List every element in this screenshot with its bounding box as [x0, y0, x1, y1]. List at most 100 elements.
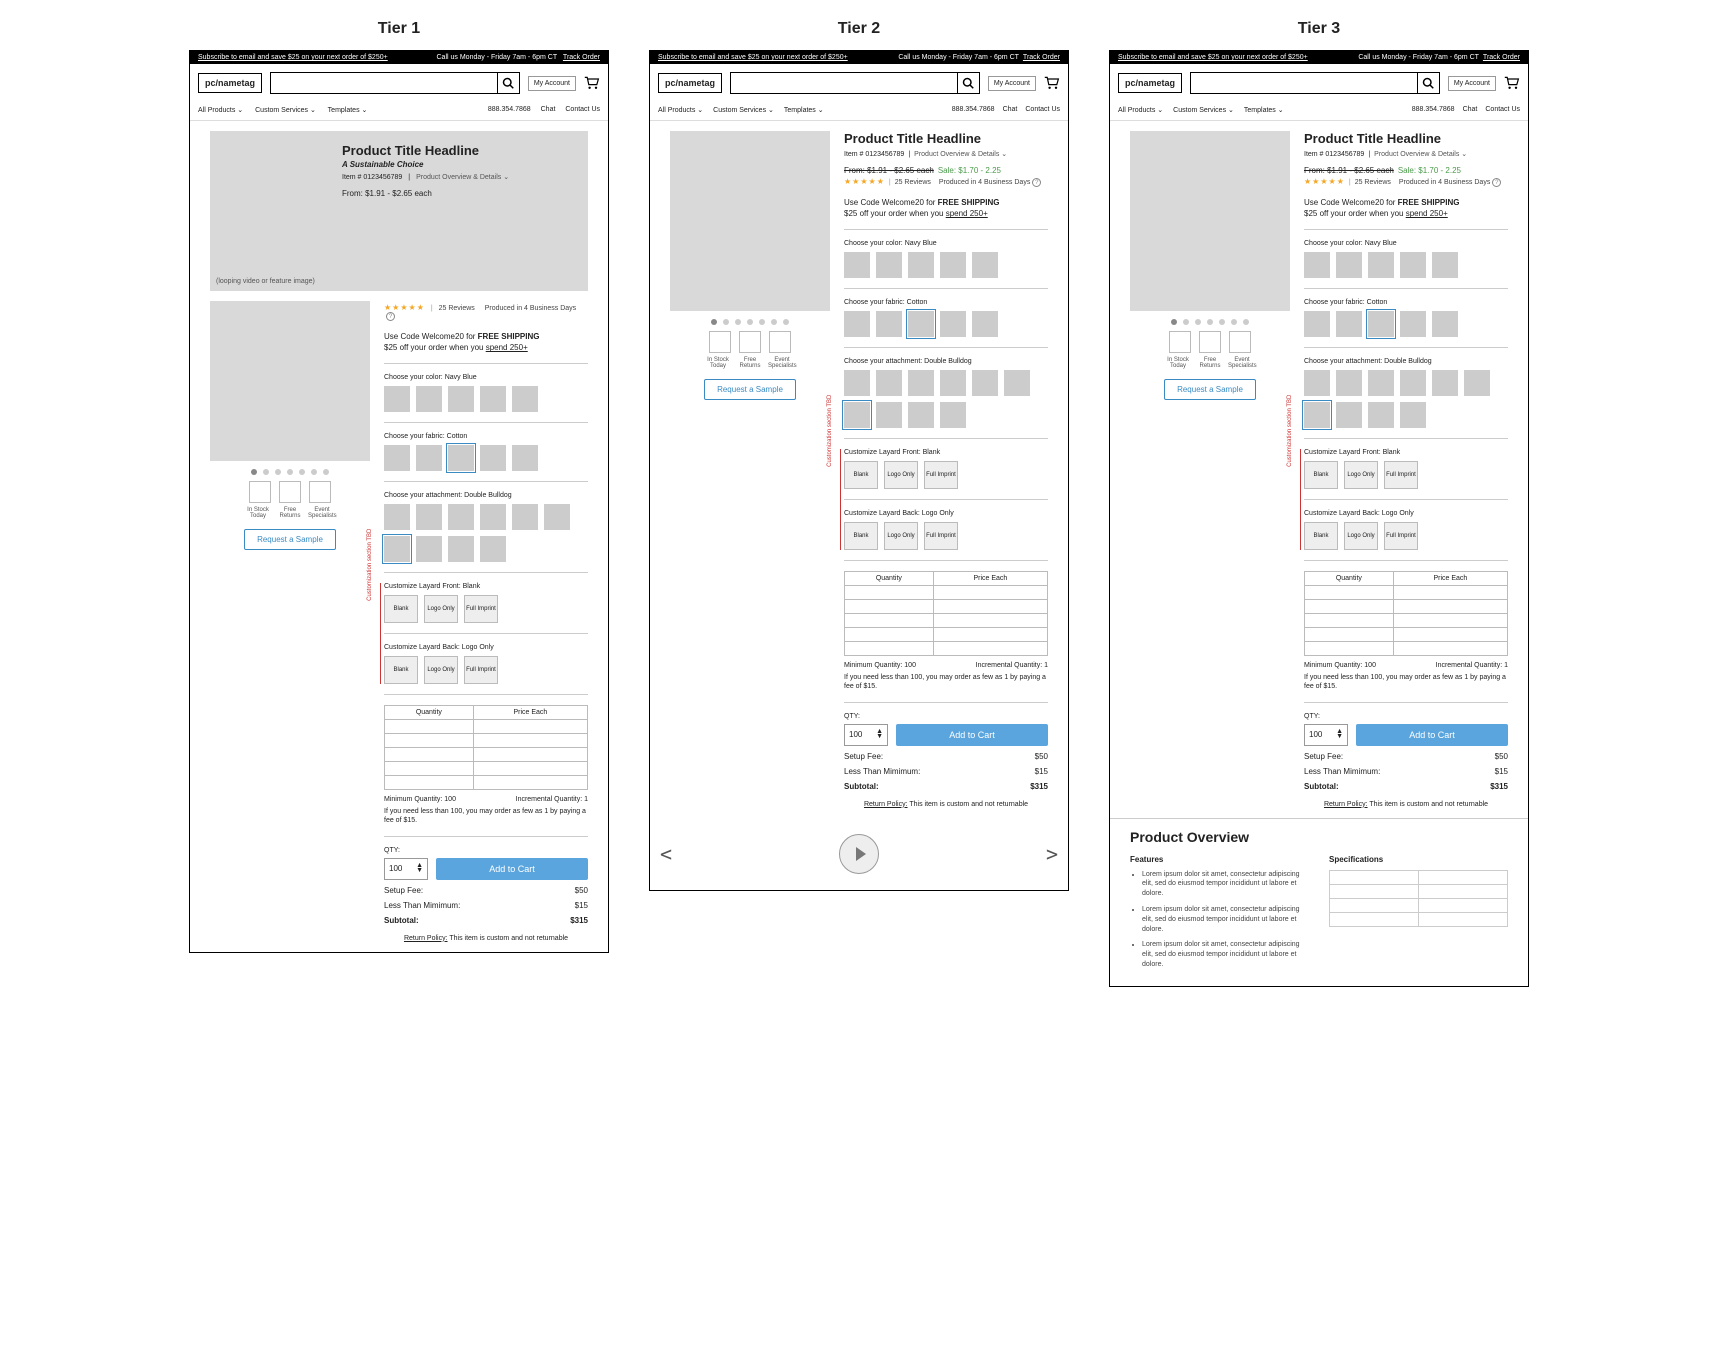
gallery-dot[interactable]	[735, 319, 741, 325]
gallery-dot[interactable]	[1231, 319, 1237, 325]
color-swatch[interactable]	[384, 386, 410, 412]
attach-swatch[interactable]	[1336, 370, 1362, 396]
attach-swatch[interactable]	[384, 536, 410, 562]
gallery-dot[interactable]	[783, 319, 789, 325]
attach-swatch[interactable]	[1336, 402, 1362, 428]
gallery-thumb[interactable]	[309, 481, 331, 503]
gallery-dot[interactable]	[299, 469, 305, 475]
attach-swatch[interactable]	[844, 402, 870, 428]
nav-templates[interactable]: Templates ⌄	[1244, 107, 1284, 114]
qty-input[interactable]: 100▲▼	[384, 858, 428, 880]
gallery-dot[interactable]	[323, 469, 329, 475]
fabric-swatch[interactable]	[972, 311, 998, 337]
attach-swatch[interactable]	[480, 536, 506, 562]
gallery-dot[interactable]	[1195, 319, 1201, 325]
qty-input[interactable]: 100▲▼	[1304, 724, 1348, 746]
attach-swatch[interactable]	[1304, 402, 1330, 428]
attach-swatch[interactable]	[1464, 370, 1490, 396]
color-swatch[interactable]	[480, 386, 506, 412]
info-icon[interactable]: ?	[1032, 178, 1041, 187]
fabric-swatch[interactable]	[940, 311, 966, 337]
nav-custom-services[interactable]: Custom Services ⌄	[713, 107, 774, 114]
contact-link[interactable]: Contact Us	[1485, 106, 1520, 113]
attach-swatch[interactable]	[1368, 370, 1394, 396]
front-logo[interactable]: Logo Only	[424, 595, 458, 623]
gallery-thumb[interactable]	[249, 481, 271, 503]
qty-input[interactable]: 100▲▼	[844, 724, 888, 746]
fabric-swatch[interactable]	[480, 445, 506, 471]
fabric-swatch[interactable]	[1304, 311, 1330, 337]
review-count[interactable]: 25 Reviews	[895, 179, 931, 186]
front-full[interactable]: Full Imprint	[924, 461, 958, 489]
return-policy-link[interactable]: Return Policy:	[404, 935, 448, 942]
search-button[interactable]	[1417, 73, 1439, 93]
attach-swatch[interactable]	[448, 504, 474, 530]
promo-link[interactable]: spend 250+	[946, 209, 988, 218]
contact-link[interactable]: Contact Us	[565, 106, 600, 113]
phone-link[interactable]: 888.354.7868	[488, 106, 531, 113]
attach-swatch[interactable]	[480, 504, 506, 530]
gallery-dot[interactable]	[1183, 319, 1189, 325]
chat-link[interactable]: Chat	[1003, 106, 1018, 113]
back-logo[interactable]: Logo Only	[884, 522, 918, 550]
attach-swatch[interactable]	[384, 504, 410, 530]
color-swatch[interactable]	[448, 386, 474, 412]
attach-swatch[interactable]	[416, 536, 442, 562]
back-logo[interactable]: Logo Only	[424, 656, 458, 684]
subscribe-link[interactable]: Subscribe to email and save $25 on your …	[198, 54, 388, 61]
back-blank[interactable]: Blank	[844, 522, 878, 550]
attach-swatch[interactable]	[1400, 402, 1426, 428]
add-to-cart-button[interactable]: Add to Cart	[1356, 724, 1508, 746]
carousel-prev[interactable]: <	[660, 842, 672, 866]
nav-templates[interactable]: Templates ⌄	[328, 107, 368, 114]
qty-stepper[interactable]: ▲▼	[876, 730, 883, 738]
gallery-dot[interactable]	[747, 319, 753, 325]
attach-swatch[interactable]	[908, 370, 934, 396]
logo[interactable]: pc/nametag	[658, 73, 722, 93]
info-icon[interactable]: ?	[386, 312, 395, 321]
search-input[interactable]	[271, 73, 497, 93]
contact-link[interactable]: Contact Us	[1025, 106, 1060, 113]
search-input[interactable]	[731, 73, 957, 93]
fabric-swatch[interactable]	[844, 311, 870, 337]
attach-swatch[interactable]	[1004, 370, 1030, 396]
product-gallery[interactable]	[210, 301, 370, 461]
attach-swatch[interactable]	[908, 402, 934, 428]
play-button[interactable]	[839, 834, 879, 874]
attach-swatch[interactable]	[1400, 370, 1426, 396]
nav-all-products[interactable]: All Products ⌄	[1118, 107, 1163, 114]
fabric-swatch[interactable]	[384, 445, 410, 471]
gallery-dot[interactable]	[1219, 319, 1225, 325]
cart-icon[interactable]	[584, 76, 600, 90]
fabric-swatch[interactable]	[876, 311, 902, 337]
nav-custom-services[interactable]: Custom Services ⌄	[1173, 107, 1234, 114]
attach-swatch[interactable]	[448, 536, 474, 562]
attach-swatch[interactable]	[876, 370, 902, 396]
logo[interactable]: pc/nametag	[1118, 73, 1182, 93]
attach-swatch[interactable]	[1432, 370, 1458, 396]
gallery-thumb[interactable]	[279, 481, 301, 503]
gallery-dot[interactable]	[263, 469, 269, 475]
cart-icon[interactable]	[1044, 76, 1060, 90]
promo-link[interactable]: spend 250+	[1406, 209, 1448, 218]
gallery-dot[interactable]	[1243, 319, 1249, 325]
attach-swatch[interactable]	[1304, 370, 1330, 396]
request-sample-button[interactable]: Request a Sample	[244, 529, 336, 550]
attach-swatch[interactable]	[940, 370, 966, 396]
phone-link[interactable]: 888.354.7868	[1412, 106, 1455, 113]
gallery-dot[interactable]	[311, 469, 317, 475]
gallery-thumb[interactable]	[769, 331, 791, 353]
fabric-swatch[interactable]	[1336, 311, 1362, 337]
color-swatch[interactable]	[1432, 252, 1458, 278]
color-swatch[interactable]	[908, 252, 934, 278]
fabric-swatch[interactable]	[416, 445, 442, 471]
gallery-dot[interactable]	[287, 469, 293, 475]
track-order-link[interactable]: Track Order	[1483, 54, 1520, 61]
attach-swatch[interactable]	[416, 504, 442, 530]
back-full[interactable]: Full Imprint	[1384, 522, 1418, 550]
color-swatch[interactable]	[1368, 252, 1394, 278]
front-blank[interactable]: Blank	[1304, 461, 1338, 489]
request-sample-button[interactable]: Request a Sample	[704, 379, 796, 400]
qty-stepper[interactable]: ▲▼	[416, 864, 423, 872]
front-full[interactable]: Full Imprint	[1384, 461, 1418, 489]
